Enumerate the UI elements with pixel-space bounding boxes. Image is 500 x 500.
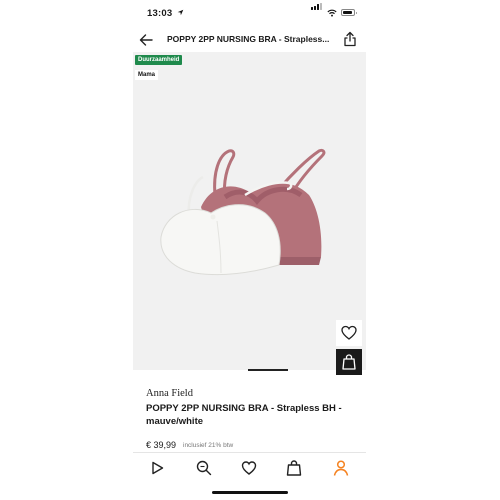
heart-icon[interactable] <box>240 459 258 477</box>
home-indicator <box>212 491 288 494</box>
bag-icon[interactable] <box>285 459 303 477</box>
product-name: POPPY 2PP NURSING BRA - Strapless BH - m… <box>146 403 342 427</box>
status-bar: 13:03 <box>133 0 366 28</box>
category-badge: Mama <box>135 70 159 80</box>
heart-icon <box>341 325 357 340</box>
product-price: € 39,99 <box>146 440 177 450</box>
location-arrow-icon <box>177 9 184 16</box>
status-time: 13:03 <box>147 8 173 19</box>
bottom-tab-bar <box>133 452 366 485</box>
wifi-icon <box>327 9 337 17</box>
add-to-bag-button[interactable] <box>336 349 362 375</box>
play-icon[interactable] <box>148 459 166 477</box>
phone-screen: 13:03 POPPY 2PP NURSING BRA - Strapless.… <box>133 0 366 500</box>
page-title: POPPY 2PP NURSING BRA - Strapless... <box>167 34 330 44</box>
image-page-indicator <box>248 369 288 371</box>
product-brand[interactable]: Anna Field <box>146 388 193 399</box>
product-image-gallery[interactable]: Duurzaamheid Mama <box>133 52 366 375</box>
wishlist-button[interactable] <box>336 320 362 346</box>
shopping-bag-icon <box>342 354 356 370</box>
battery-icon <box>341 9 357 16</box>
app-header: POPPY 2PP NURSING BRA - Strapless... <box>133 28 366 53</box>
sustainability-badge: Duurzaamheid <box>135 55 183 65</box>
back-arrow-icon[interactable] <box>138 32 154 48</box>
product-image <box>160 148 326 276</box>
search-icon[interactable] <box>195 459 213 477</box>
vat-note: inclusief 21% btw <box>183 442 234 449</box>
share-icon[interactable] <box>343 31 357 47</box>
profile-icon[interactable] <box>332 459 350 477</box>
